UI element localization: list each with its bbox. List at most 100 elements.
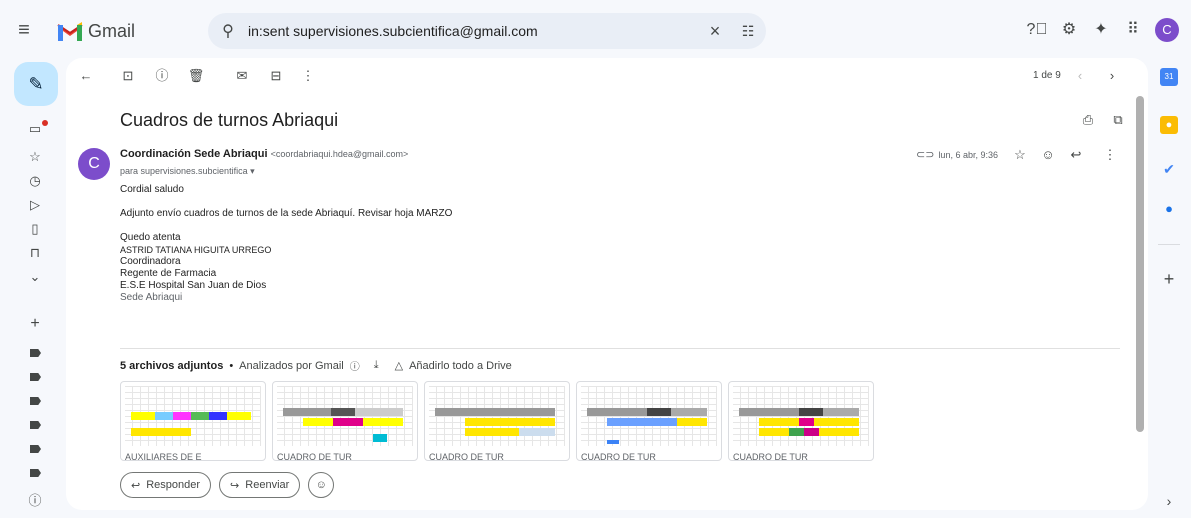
add-addon-icon[interactable]: + xyxy=(1160,270,1178,288)
separator: • xyxy=(229,359,234,372)
attachment-name: CUADRO DE TUR xyxy=(429,452,504,461)
label-icon[interactable] xyxy=(30,445,41,453)
spreadsheet-preview xyxy=(733,386,869,446)
search-input[interactable]: in:sent supervisiones.subcientifica@gmai… xyxy=(248,23,700,39)
menu-icon[interactable]: ≡ xyxy=(12,18,36,42)
sent-icon[interactable]: ▷ xyxy=(26,196,44,214)
purchases-icon[interactable]: ⊓ xyxy=(26,244,44,262)
message-date: lun, 6 abr, 9:36 xyxy=(938,149,998,160)
delete-icon[interactable]: 🗑 xyxy=(186,66,206,86)
sender-name[interactable]: Coordinación Sede Abriaqui xyxy=(120,148,268,160)
mark-unread-icon[interactable]: ✉ xyxy=(232,66,252,86)
star-icon[interactable]: ☆ xyxy=(1010,146,1030,164)
label-icon[interactable] xyxy=(30,421,41,429)
more-message-options-icon[interactable]: ⋮ xyxy=(1100,146,1120,164)
body-line xyxy=(120,196,452,208)
expand-panel-chevron-icon[interactable]: › xyxy=(1160,492,1178,510)
report-spam-icon[interactable]: ⓘ xyxy=(152,66,172,86)
compose-button[interactable]: ✎ xyxy=(14,62,58,106)
more-chevron-icon[interactable]: ⌄ xyxy=(26,268,44,286)
search-bar[interactable]: ⚲ in:sent supervisiones.subcientifica@gm… xyxy=(208,13,766,49)
apps-grid-icon[interactable]: ⠿ xyxy=(1117,18,1149,42)
move-to-icon[interactable]: ⊟ xyxy=(266,66,286,86)
search-icon[interactable]: ⚲ xyxy=(208,21,248,41)
search-options-icon[interactable]: ☷ xyxy=(730,23,766,40)
spreadsheet-preview xyxy=(277,386,413,446)
reply-label: Responder xyxy=(146,479,201,491)
body-line: Cordial saludo xyxy=(120,184,184,195)
attachment-name: AUXILIARES DE E xyxy=(125,452,202,461)
recipient-details-chevron-icon[interactable]: ▾ xyxy=(250,166,255,176)
body-line: ASTRID TATIANA HIGUITA URREGO xyxy=(120,245,272,255)
body-line: Quedo atenta xyxy=(120,232,181,243)
body-line: Regente de Farmacia xyxy=(120,268,217,279)
label-icon[interactable] xyxy=(30,373,41,381)
drafts-icon[interactable]: ▯ xyxy=(26,220,44,238)
sender-email: <coordabriaqui.hdea@gmail.com> xyxy=(270,149,409,159)
preview-band xyxy=(465,418,555,426)
attachment-name: CUADRO DE TUR xyxy=(277,452,352,461)
info-icon[interactable]: ⓘ xyxy=(350,358,360,373)
keep-icon[interactable]: ● xyxy=(1160,116,1178,134)
attachment-thumbnail[interactable]: AUXILIARES DE E xyxy=(120,381,266,461)
snoozed-icon[interactable]: ◷ xyxy=(26,172,44,190)
more-options-icon[interactable]: ⋮ xyxy=(298,66,318,86)
reply-button[interactable]: ↩ Responder xyxy=(120,472,212,498)
help-icon[interactable]: ?⃝ xyxy=(1021,18,1053,42)
top-right-icons: ?⃝ ⚙ ✦ ⠿ C xyxy=(1021,18,1191,42)
body-line xyxy=(120,220,452,232)
gemini-icon[interactable]: ✦ xyxy=(1085,18,1117,42)
attachment-name: CUADRO DE TUR xyxy=(581,452,656,461)
label-icon[interactable] xyxy=(30,469,41,477)
email-subject: Cuadros de turnos Abriaqui xyxy=(120,110,339,130)
back-arrow-icon[interactable]: ← xyxy=(76,66,96,86)
forward-button[interactable]: ↪ Reenviar xyxy=(219,472,301,498)
spreadsheet-preview xyxy=(581,386,717,446)
archive-icon[interactable]: ⊡ xyxy=(118,66,138,86)
calendar-icon[interactable]: 31 xyxy=(1160,68,1178,86)
left-nav: ✎ ▭ ☆ ◷ ▷ ▯ ⊓ ⌄ + ⓘ xyxy=(0,60,66,518)
attachment-thumbnail[interactable]: CUADRO DE TUR xyxy=(576,381,722,461)
newer-chevron-icon[interactable]: ‹ xyxy=(1070,66,1090,86)
preview-band xyxy=(587,408,707,416)
attachment-thumbnail[interactable]: CUADRO DE TUR xyxy=(728,381,874,461)
recipient-line[interactable]: para supervisiones.subcientifica ▾ xyxy=(120,166,255,177)
unread-indicator xyxy=(42,120,48,126)
add-to-drive-label[interactable]: Añadirlo todo a Drive xyxy=(409,360,512,372)
clear-search-icon[interactable]: × xyxy=(700,21,730,42)
print-icon[interactable]: ⎙ xyxy=(1078,110,1098,130)
attachment-thumbnail[interactable]: CUADRO DE TUR xyxy=(424,381,570,461)
forward-label: Reenviar xyxy=(245,479,290,491)
open-new-window-icon[interactable]: ⧉ xyxy=(1108,110,1128,130)
attachment-name: CUADRO DE TUR xyxy=(733,452,808,461)
label-icon[interactable] xyxy=(30,397,41,405)
contacts-icon[interactable]: ● xyxy=(1160,200,1178,218)
account-avatar[interactable]: C xyxy=(1155,18,1179,42)
gmail-logo[interactable]: Gmail xyxy=(56,20,135,42)
emoji-react-icon[interactable]: ☺ xyxy=(1038,146,1058,164)
reply-arrow-icon: ↩ xyxy=(131,479,141,492)
top-bar: ≡ Gmail ⚲ in:sent supervisiones.subcient… xyxy=(0,0,1191,60)
reply-icon[interactable]: ↩ xyxy=(1066,146,1086,164)
settings-icon[interactable]: ⚙ xyxy=(1053,18,1085,42)
older-chevron-icon[interactable]: › xyxy=(1102,66,1122,86)
tasks-icon[interactable]: ✔ xyxy=(1160,160,1178,178)
preview-band xyxy=(131,428,191,436)
label-icon[interactable] xyxy=(30,349,41,357)
side-panel: 31 ● ✔ ● + › xyxy=(1150,60,1191,518)
download-all-icon[interactable]: ⤓ xyxy=(374,359,379,372)
starred-icon[interactable]: ☆ xyxy=(26,148,44,166)
preview-band xyxy=(759,418,859,426)
preview-band xyxy=(607,418,707,426)
emoji-reaction-button[interactable]: ☺ xyxy=(308,472,335,498)
add-to-drive-icon[interactable]: △ xyxy=(395,359,403,372)
pager-count: 1 de 9 xyxy=(1033,70,1061,81)
create-label-icon[interactable]: + xyxy=(26,315,44,333)
message-view: ← ⊡ ⓘ 🗑 ✉ ⊟ ⋮ 1 de 9 ‹ › Cuadros de turn… xyxy=(66,58,1148,510)
sender-avatar[interactable]: C xyxy=(78,148,110,180)
recipient-text: para supervisiones.subcientifica xyxy=(120,166,248,176)
scrollbar[interactable] xyxy=(1136,96,1144,432)
info-icon[interactable]: ⓘ xyxy=(26,492,44,510)
attachment-thumbnail[interactable]: CUADRO DE TUR xyxy=(272,381,418,461)
body-line: Sede Abriaqui xyxy=(120,292,183,303)
